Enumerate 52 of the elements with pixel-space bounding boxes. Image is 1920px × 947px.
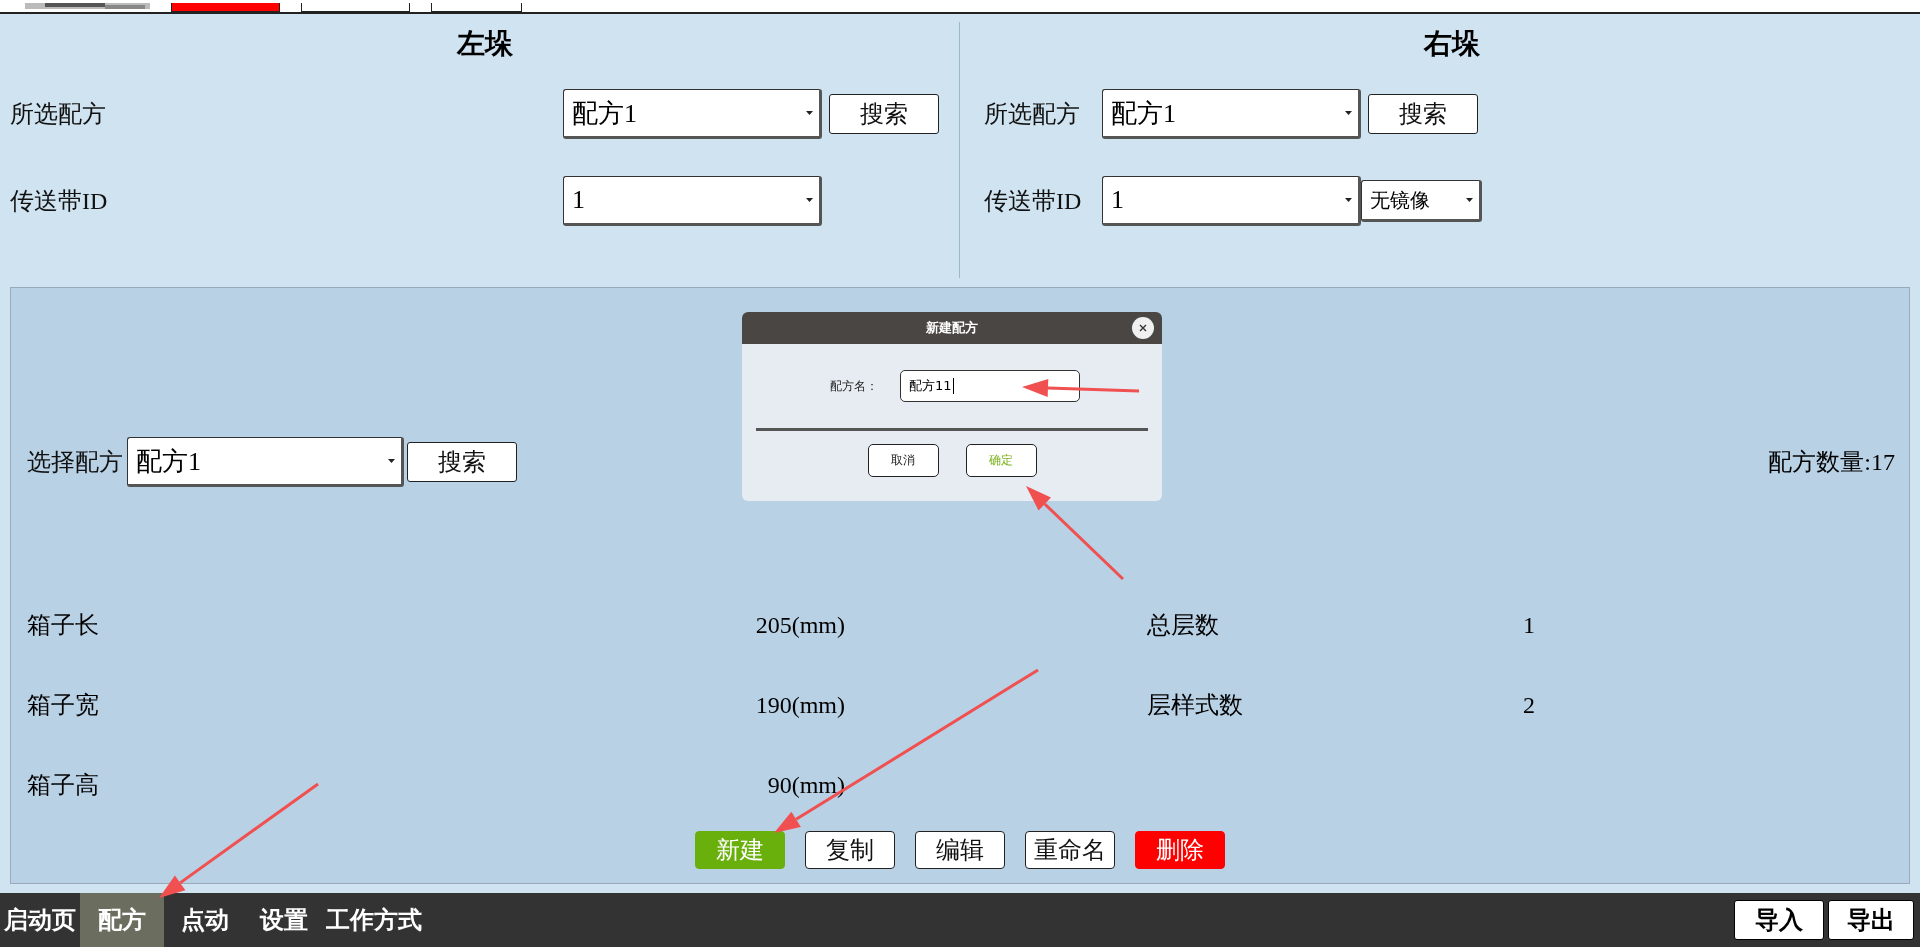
caret-icon [388, 459, 395, 463]
nav-tab[interactable]: 点动 [164, 893, 246, 947]
field-value: 2 [1523, 691, 1535, 719]
field-label: 所选配方 [984, 100, 1081, 129]
dropdown-select[interactable]: 无镜像 [1361, 180, 1482, 222]
dropdown-select[interactable]: 1 [1102, 176, 1361, 226]
search-button[interactable]: 搜索 [829, 94, 939, 134]
close-icon [1139, 324, 1147, 332]
action-button[interactable]: 复制 [805, 831, 895, 869]
search-button[interactable]: 搜索 [1368, 94, 1478, 134]
action-button[interactable]: 删除 [1135, 831, 1225, 869]
caret-icon [1466, 198, 1473, 202]
field-label: 层样式数 [1147, 691, 1243, 720]
search-button[interactable]: 搜索 [407, 442, 517, 482]
field-label: 配方名： [830, 377, 878, 395]
toolbar-button[interactable]: 导出 [1828, 900, 1914, 940]
field-value: 1 [1523, 611, 1535, 639]
nav-tab[interactable]: 启动页 [0, 893, 80, 947]
dropdown-select[interactable]: 配方1 [563, 89, 822, 139]
caret-icon [1345, 111, 1352, 115]
field-label: 所选配方 [10, 100, 107, 129]
toolbar-button[interactable]: 导入 [1734, 900, 1824, 940]
action-button[interactable]: 编辑 [915, 831, 1005, 869]
caret-icon [806, 111, 813, 115]
input-field[interactable]: 配方11 [900, 370, 1080, 402]
close-button[interactable] [1132, 317, 1154, 339]
recipe-count: 配方数量:17 [1768, 448, 1895, 477]
nav-tab[interactable]: 设置 [246, 893, 322, 947]
field-label: 箱子宽 [27, 691, 99, 720]
panel-title: 左垛 [455, 27, 514, 61]
dialog-title: 新建配方 [926, 319, 978, 337]
field-label: 选择配方 [27, 448, 123, 477]
caret-icon [806, 198, 813, 202]
field-label: 箱子长 [27, 611, 99, 640]
dropdown-select[interactable]: 1 [563, 176, 822, 226]
action-button[interactable]: 重命名 [1025, 831, 1115, 869]
field-label: 总层数 [1147, 611, 1219, 640]
field-value: 90(mm) [767, 771, 845, 799]
top-button[interactable] [431, 3, 522, 12]
field-label: 传送带ID [10, 187, 109, 216]
caret-icon [1345, 198, 1352, 202]
nav-tab[interactable]: 配方 [80, 893, 164, 947]
nav-tab[interactable]: 工作方式 [322, 893, 426, 947]
dropdown-select[interactable]: 配方1 [1102, 89, 1361, 139]
field-value: 190(mm) [755, 691, 845, 719]
field-label: 传送带ID [984, 187, 1083, 216]
top-button[interactable] [301, 3, 410, 12]
field-label: 箱子高 [27, 771, 99, 800]
field-value: 205(mm) [755, 611, 845, 639]
dialog-button[interactable]: 取消 [867, 444, 939, 477]
dropdown-select[interactable]: 配方1 [127, 437, 404, 487]
panel-title: 右垛 [1423, 27, 1481, 61]
